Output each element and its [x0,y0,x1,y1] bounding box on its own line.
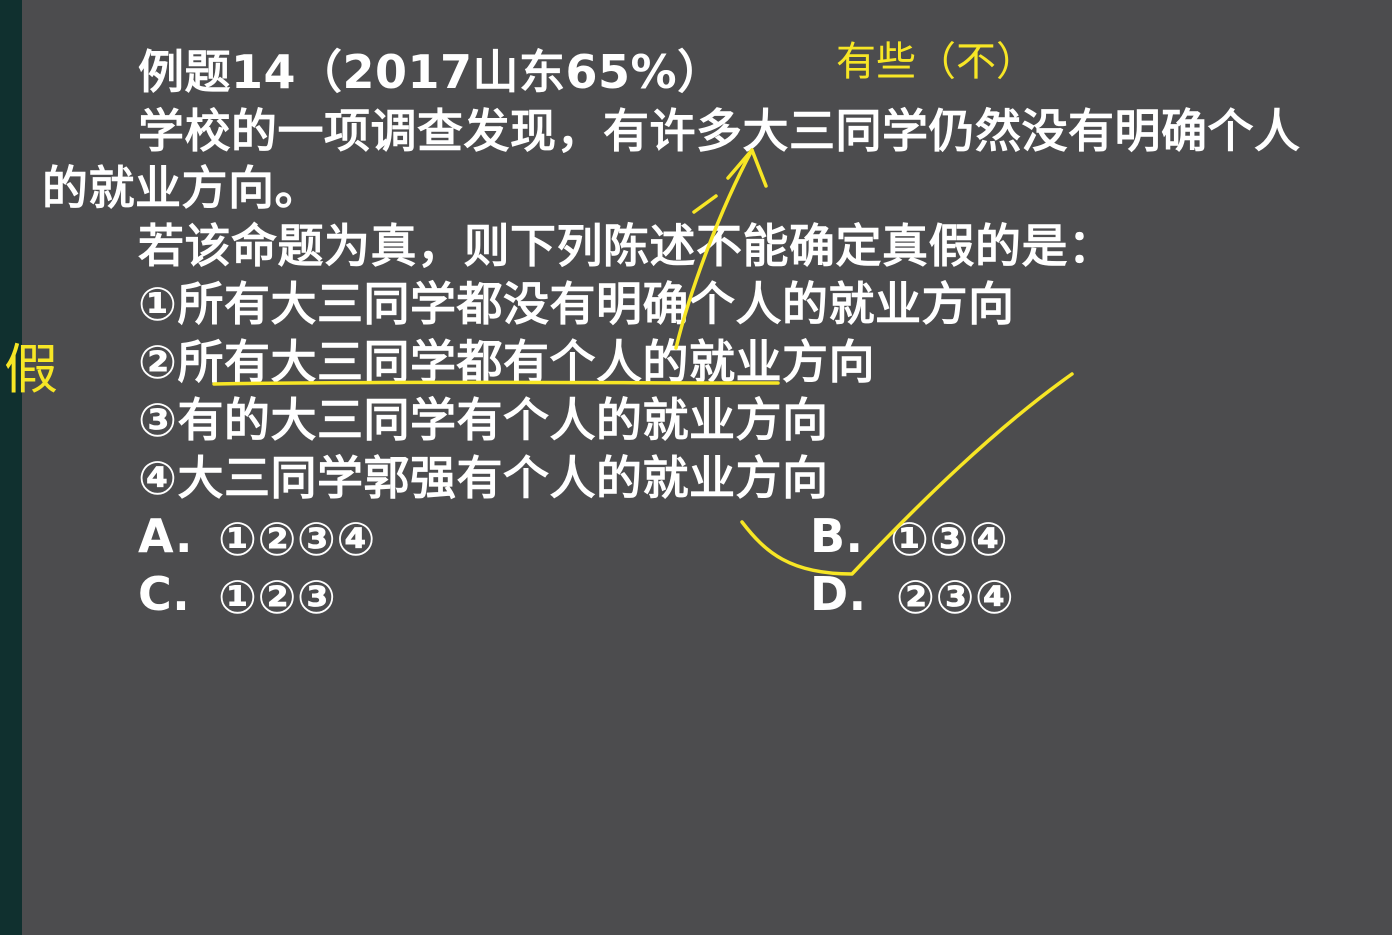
ink-arrow-head [726,148,768,188]
slide-canvas: 例题14（2017山东65%） 学校的一项调查发现，有许多大三同学仍然没有明确个… [0,0,1392,935]
ink-underline-statement-2 [212,380,780,386]
ink-check-mark [740,372,1074,576]
ink-arrow-up [674,148,754,350]
ink-tick-small [692,194,718,214]
pen-annotations [212,148,1074,576]
